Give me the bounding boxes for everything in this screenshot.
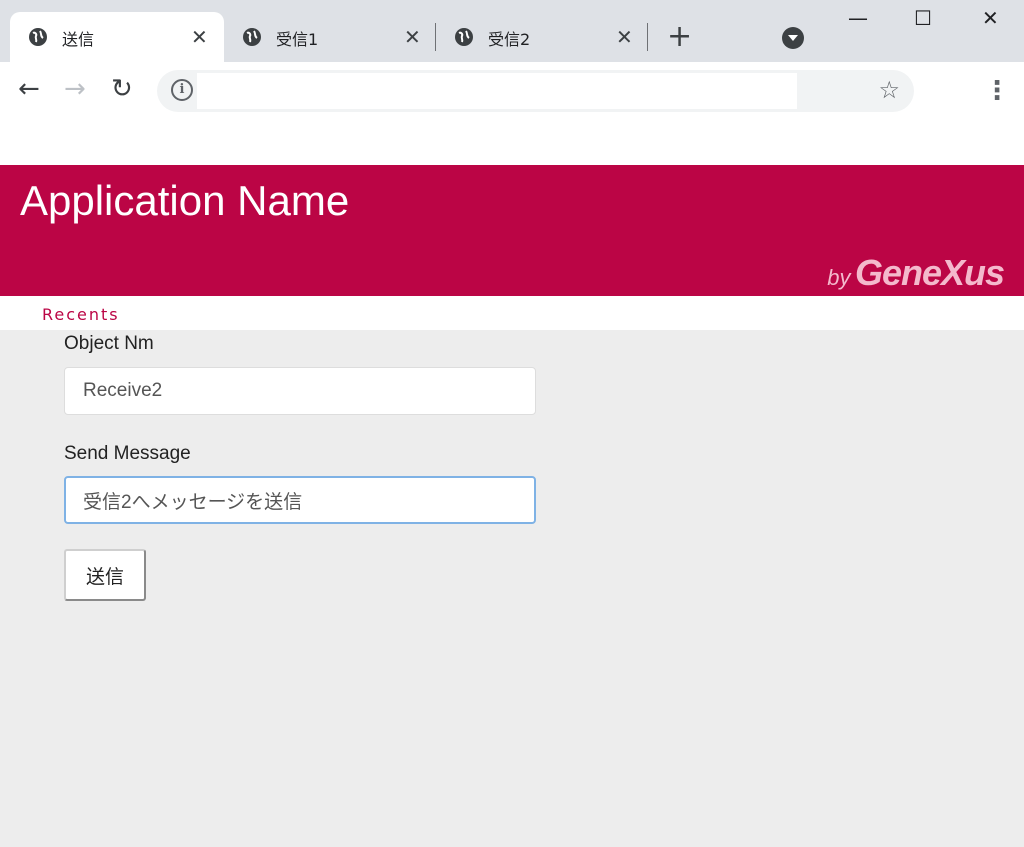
globe-icon [455,28,473,46]
reload-button[interactable]: ↻ [111,74,133,104]
tab-send[interactable]: 送信 ✕ [10,12,224,62]
close-tab-icon[interactable]: ✕ [404,25,421,49]
browser-toolbar: ← → ↻ i ☆ ⋮ [0,62,1024,118]
object-nm-input[interactable] [64,367,536,415]
url-input[interactable] [197,73,797,109]
tab-title: 受信2 [488,30,531,49]
browser-menu-icon[interactable]: ⋮ [984,76,1010,106]
address-bar[interactable]: i ☆ [157,70,914,112]
genexus-logo: by GeneXus [827,252,1005,294]
globe-icon [29,28,47,46]
tab-receive1[interactable]: 受信1 ✕ [224,12,436,62]
tab-search-icon[interactable] [782,27,804,49]
tab-separator [647,23,648,51]
send-message-label: Send Message [64,443,191,464]
brand-name: GeneXus [854,252,1005,293]
back-button[interactable]: ← [18,74,40,104]
tab-title: 受信1 [276,30,319,49]
close-tab-icon[interactable]: ✕ [616,25,633,49]
send-button[interactable]: 送信 [64,549,146,601]
recents-link[interactable]: Recents [42,305,120,324]
maximize-button[interactable]: ☐ [914,6,932,30]
app-title: Application Name [20,177,350,224]
send-message-input[interactable] [64,476,536,524]
recents-bar: Recents [0,296,1024,330]
minimize-button[interactable]: — [848,6,868,30]
close-tab-icon[interactable]: ✕ [191,25,208,49]
browser-tab-strip: 送信 ✕ 受信1 ✕ 受信2 ✕ + — ☐ ✕ [0,0,1024,62]
tab-title: 送信 [62,30,95,49]
window-close-button[interactable]: ✕ [982,6,999,30]
page-top-spacer [0,118,1024,165]
bookmark-star-icon[interactable]: ☆ [878,76,900,104]
site-info-icon[interactable]: i [171,79,193,101]
globe-icon [243,28,261,46]
app-header: Application Name by GeneXus [0,165,1024,296]
forward-button[interactable]: → [64,74,86,104]
brand-by: by [827,265,851,290]
object-nm-label: Object Nm [64,333,154,354]
new-tab-button[interactable]: + [667,22,692,52]
tab-receive2[interactable]: 受信2 ✕ [436,12,648,62]
